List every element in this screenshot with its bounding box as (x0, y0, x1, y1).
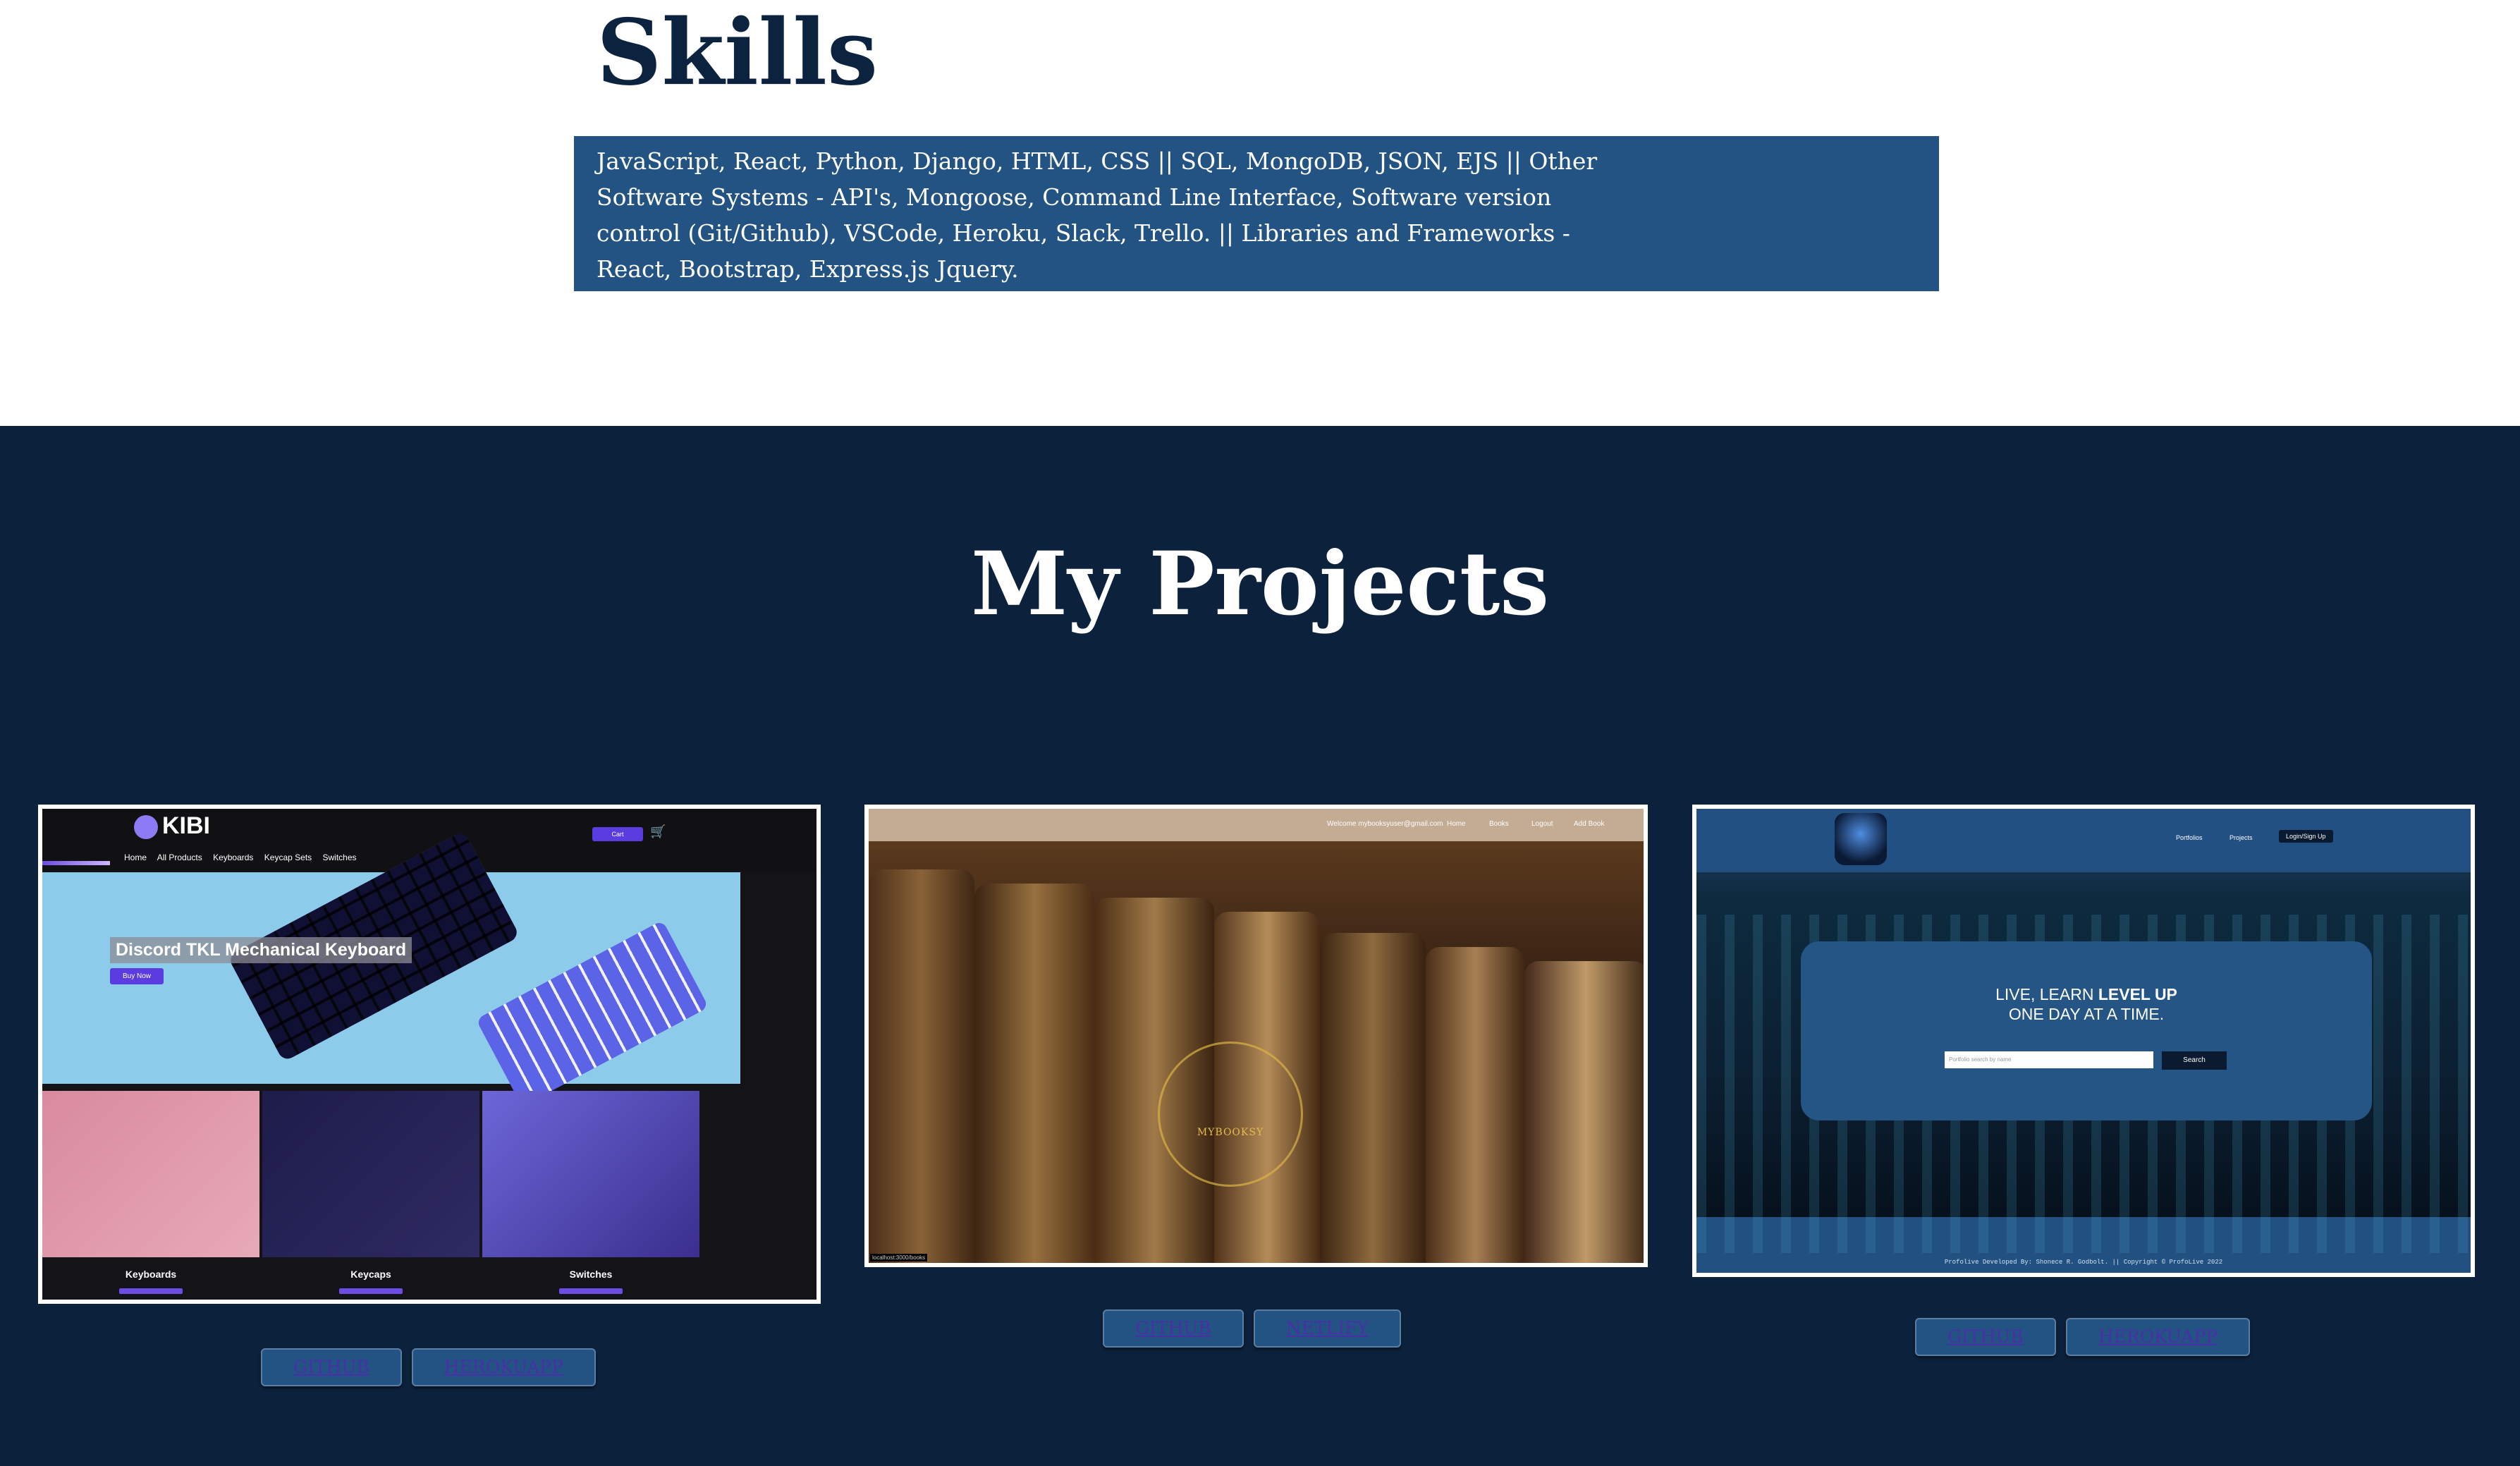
project-mybooksy-screenshot[interactable]: Welcome mybooksyuser@gmail.com Home Book… (864, 805, 1648, 1267)
kibi-logo: KIBI (134, 812, 210, 840)
kibi-nav-link: Keycap Sets (264, 853, 312, 862)
proflive-footer: Profolive Developed By: Shonece R. Godbo… (1944, 1259, 2223, 1266)
keyboards-tile-image (42, 1091, 259, 1257)
kibi-hero-banner: Discord TKL Mechanical Keyboard Buy Now (42, 830, 740, 1107)
kibi-herokuapp-button[interactable]: HEROKUAPP (411, 1348, 596, 1386)
kibi-tile-bar (559, 1288, 623, 1294)
kibi-tile-label: Keycaps (350, 1269, 391, 1280)
proflive-nav-link: Projects (2230, 834, 2253, 841)
skills-text: JavaScript, React, Python, Django, HTML,… (597, 147, 1598, 283)
mybooksy-welcome: Welcome mybooksyuser@gmail.com (1327, 820, 1443, 828)
proflive-nav-link: Portfolios (2176, 834, 2203, 841)
kibi-cart-button: Cart (592, 827, 643, 841)
kibi-buy-button: Buy Now (110, 968, 164, 984)
mybooksy-netlify-button[interactable]: NETLIFY (1253, 1309, 1401, 1348)
kibi-logo-icon (134, 815, 158, 840)
proflive-signup-button: Login/Sign Up (2279, 830, 2333, 843)
proflive-herokuapp-button[interactable]: HEROKUAPP (2065, 1318, 2250, 1356)
mybooksy-nav-link: Logout (1531, 820, 1553, 828)
skills-box: JavaScript, React, Python, Django, HTML,… (574, 136, 1939, 291)
kibi-accent-line (42, 861, 110, 865)
kibi-tile-label: Keyboards (125, 1269, 177, 1280)
kibi-nav-link: Home (124, 853, 147, 862)
keyboard-image (475, 920, 709, 1107)
skills-heading: Skills (597, 0, 879, 106)
proflive-navbar: Portfolios Projects Login/Sign Up (1696, 809, 2471, 872)
kibi-nav-link: All Products (157, 853, 202, 862)
cart-icon: 🛒 (650, 824, 666, 838)
mybooksy-nav-link: Books (1489, 820, 1509, 828)
proflive-github-button[interactable]: GITHUB (1915, 1318, 2056, 1356)
kibi-hero-title: Discord TKL Mechanical Keyboard (110, 937, 412, 963)
proflive-headline-line2: ONE DAY AT A TIME. (2008, 1005, 2165, 1023)
mybooksy-nav-link: Home (1447, 820, 1466, 828)
switches-tile-image (482, 1091, 699, 1257)
kibi-tile-bar (119, 1288, 183, 1294)
keycaps-tile-image (262, 1091, 479, 1257)
projects-section: My Projects KIBI Cart 🛒 Home All Product… (0, 426, 2520, 1466)
proflive-headline: LIVE, LEARN LEVEL UP (1995, 985, 2177, 1003)
project-proflive-screenshot[interactable]: Portfolios Projects Login/Sign Up LIVE, … (1692, 805, 2475, 1277)
projects-heading: My Projects (970, 533, 1550, 635)
mybooksy-button-row: GITHUB NETLIFY (1103, 1309, 1401, 1348)
kibi-github-button[interactable]: GITHUB (261, 1348, 402, 1386)
kibi-nav-link: Keyboards (213, 853, 254, 862)
kibi-button-row: GITHUB HEROKUAPP (261, 1348, 596, 1386)
mybooksy-url-label: localhost:3000/books (870, 1254, 928, 1262)
proflive-search-button: Search (2162, 1051, 2227, 1070)
mybooksy-emblem-text: MYBOOKSY (1197, 1127, 1264, 1138)
kibi-tile-bar (339, 1288, 403, 1294)
proflive-search-input: Portfolio search by name (1945, 1051, 2153, 1068)
project-kibi-screenshot[interactable]: KIBI Cart 🛒 Home All Products Keyboards … (38, 805, 821, 1304)
kibi-tile-label: Switches (569, 1269, 613, 1280)
proflive-button-row: GITHUB HEROKUAPP (1915, 1318, 2250, 1356)
kibi-nav-links: Home All Products Keyboards Keycap Sets … (124, 853, 365, 862)
mybooksy-emblem: MYBOOKSY (1158, 1042, 1303, 1187)
kibi-nav-link: Switches (322, 853, 357, 862)
mybooksy-github-button[interactable]: GITHUB (1103, 1309, 1244, 1348)
proflive-hero-card: LIVE, LEARN LEVEL UP ONE DAY AT A TIME. … (1801, 941, 2372, 1120)
mybooksy-navbar: Welcome mybooksyuser@gmail.com Home Book… (869, 809, 1644, 841)
mybooksy-nav-link: Add Book (1574, 820, 1605, 828)
proflive-logo-icon (1835, 813, 1887, 865)
